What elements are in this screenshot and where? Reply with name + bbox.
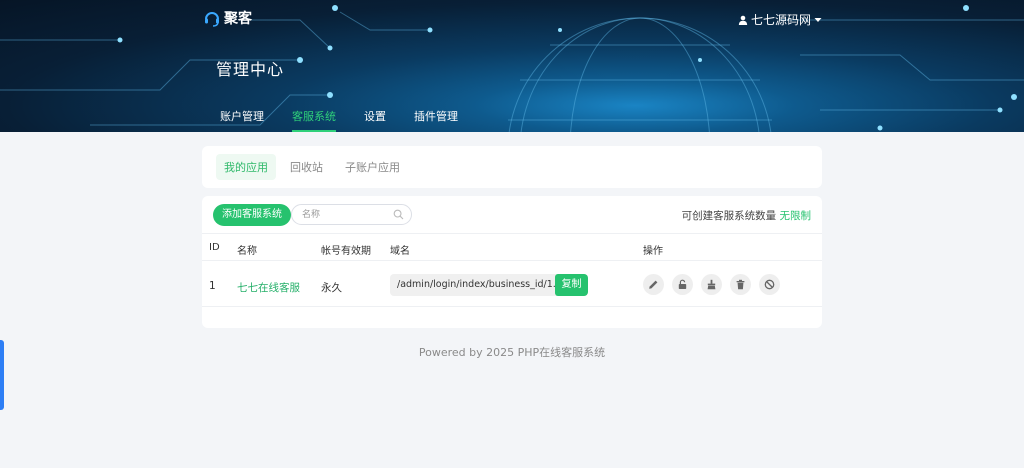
col-header-id: ID bbox=[209, 242, 220, 253]
disable-icon[interactable] bbox=[759, 274, 780, 295]
domain-text: /admin/login/index/business_id/1.html bbox=[397, 279, 578, 290]
user-icon bbox=[738, 15, 748, 25]
delete-icon[interactable] bbox=[730, 274, 751, 295]
cell-validity: 永久 bbox=[321, 282, 342, 294]
quota-info: 可创建客服系统数量 无限制 bbox=[682, 208, 811, 223]
domain-field: /admin/login/index/business_id/1.html 复制 bbox=[390, 274, 588, 296]
quota-value: 无限制 bbox=[779, 210, 812, 222]
unlock-icon[interactable] bbox=[672, 274, 693, 295]
nav-customer-service[interactable]: 客服系统 bbox=[292, 108, 336, 132]
app-logo[interactable]: 聚客 bbox=[203, 8, 252, 28]
col-header-validity: 帐号有效期 bbox=[321, 246, 371, 257]
edit-icon[interactable] bbox=[643, 274, 664, 295]
cell-id: 1 bbox=[209, 280, 216, 292]
footer-text: Powered by 2025 PHP在线客服系统 bbox=[418, 346, 606, 359]
add-system-button[interactable]: 添加客服系统 bbox=[213, 204, 291, 226]
search-input[interactable] bbox=[302, 208, 392, 222]
subtab-recycle-bin[interactable]: 回收站 bbox=[282, 154, 331, 180]
divider bbox=[202, 306, 822, 307]
logo-text: 聚客 bbox=[224, 11, 252, 27]
user-name: 七七源码网 bbox=[750, 13, 811, 27]
caret-down-icon bbox=[814, 17, 822, 22]
header-banner: 聚客 七七源码网 管理中心 账户管理 客服系统 设置 插件管理 bbox=[0, 0, 1024, 132]
divider bbox=[202, 233, 822, 234]
col-header-name: 名称 bbox=[237, 246, 257, 257]
main-nav: 账户管理 客服系统 设置 插件管理 bbox=[220, 108, 486, 132]
search-icon[interactable] bbox=[393, 209, 404, 220]
user-menu[interactable]: 七七源码网 bbox=[738, 11, 822, 28]
subtabs-card: 我的应用 回收站 子账户应用 bbox=[202, 146, 822, 188]
divider bbox=[202, 260, 822, 261]
headset-icon bbox=[205, 12, 219, 27]
nav-settings[interactable]: 设置 bbox=[364, 108, 386, 132]
col-header-actions: 操作 bbox=[643, 246, 663, 257]
col-header-domain: 域名 bbox=[390, 246, 410, 257]
row-actions bbox=[643, 274, 780, 295]
clean-icon[interactable] bbox=[701, 274, 722, 295]
page-title: 管理中心 bbox=[216, 60, 285, 79]
subtab-sub-account-apps[interactable]: 子账户应用 bbox=[337, 154, 408, 180]
quota-label: 可创建客服系统数量 bbox=[681, 210, 777, 222]
subtab-my-apps[interactable]: 我的应用 bbox=[216, 154, 276, 180]
apps-table-card: 添加客服系统 可创建客服系统数量 无限制 ID 名称 帐号有效期 域名 操作 1… bbox=[202, 196, 822, 328]
copy-button[interactable]: 复制 bbox=[555, 274, 588, 296]
nav-plugin-management[interactable]: 插件管理 bbox=[414, 108, 458, 132]
nav-account-management[interactable]: 账户管理 bbox=[220, 108, 264, 132]
side-float-tab[interactable] bbox=[0, 340, 4, 410]
tech-globe-background bbox=[0, 5, 1024, 132]
search-box bbox=[291, 204, 412, 225]
cell-name-link[interactable]: 七七在线客服 bbox=[237, 280, 300, 295]
